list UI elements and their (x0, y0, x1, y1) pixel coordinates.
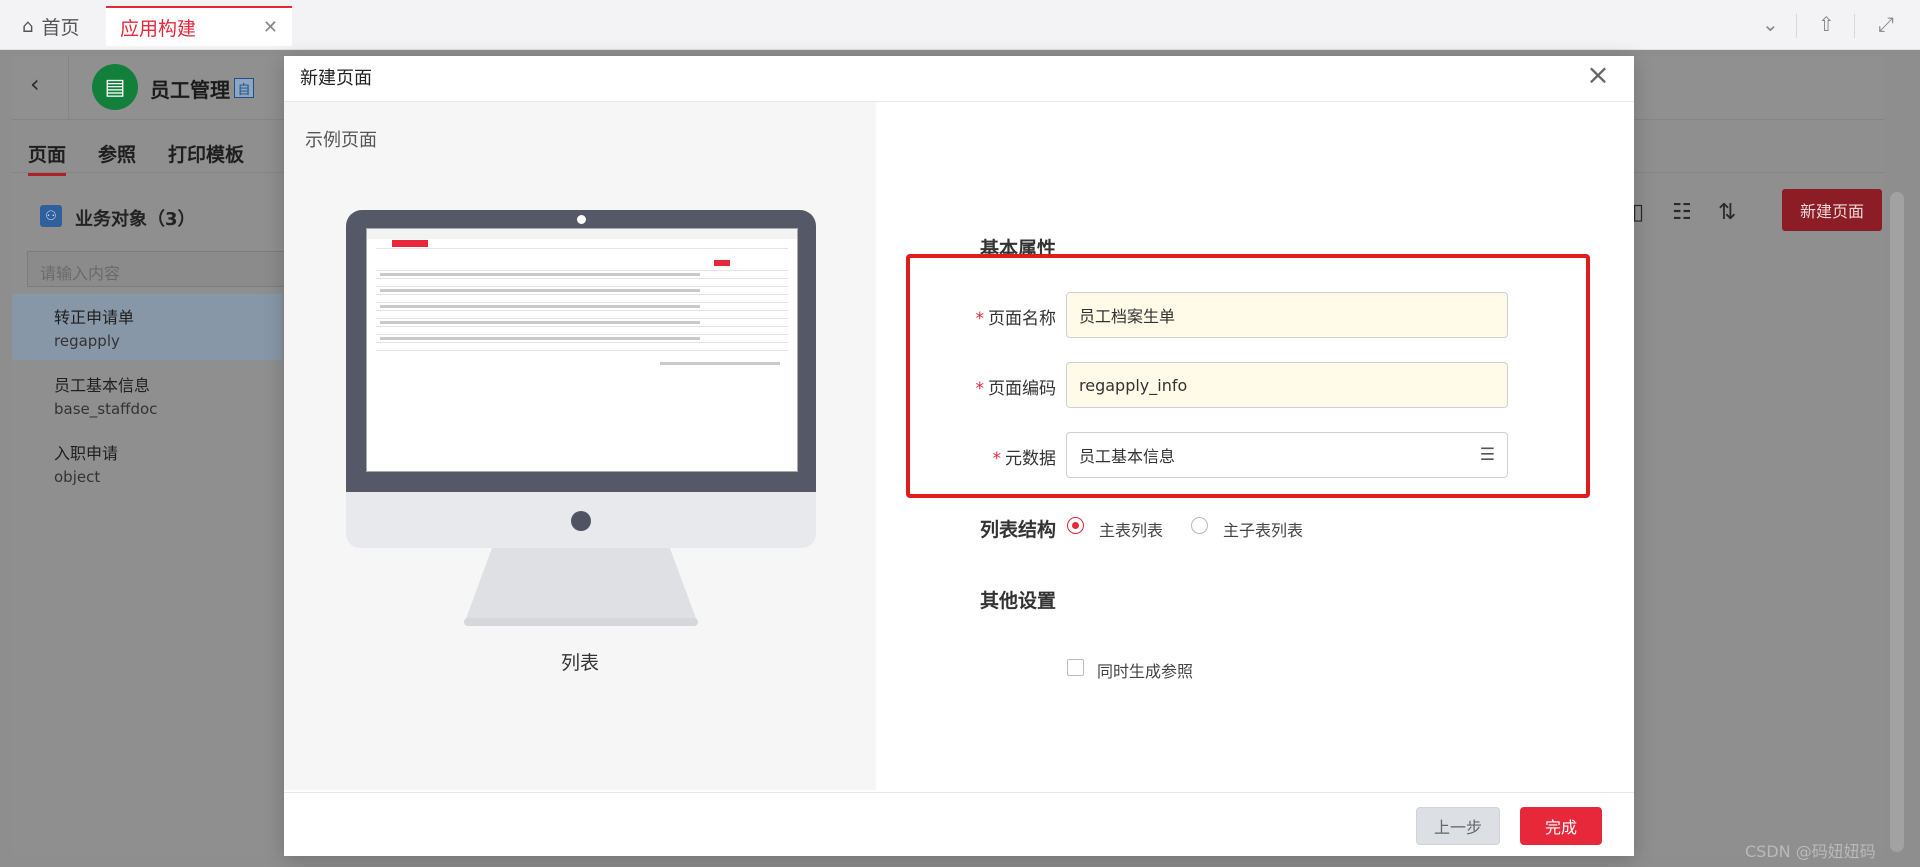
mini-text (380, 337, 700, 340)
divider (284, 792, 1634, 793)
list-structure-heading: 列表结构 (980, 519, 1057, 541)
list-item-name: 转正申请单 (54, 308, 135, 327)
divider (1796, 14, 1797, 38)
list-item[interactable]: 员工基本信息 base_staffdoc (12, 362, 282, 428)
generate-reference-checkbox[interactable] (1067, 659, 1084, 676)
mini-row (376, 326, 788, 327)
mini-row (376, 294, 788, 295)
radio-master-detail-list[interactable] (1191, 517, 1208, 534)
mini-row (376, 278, 788, 279)
mini-pagination (660, 362, 780, 365)
monitor-base (464, 618, 698, 626)
done-button[interactable]: 完成 (1520, 807, 1602, 845)
fullscreen-icon[interactable]: ⤢ (1878, 12, 1894, 36)
mini-row (376, 342, 788, 343)
list-item-code: regapply (54, 332, 120, 350)
list-item[interactable]: 入职申请 object (12, 430, 282, 496)
previous-step-button[interactable]: 上一步 (1416, 807, 1500, 845)
home-icon: ⌂ (22, 15, 34, 37)
list-item[interactable]: 转正申请单 regapply (12, 294, 282, 360)
divider (68, 56, 69, 120)
business-object-icon: ⚇ (40, 205, 62, 227)
mini-row (376, 286, 788, 287)
tab-home[interactable]: ⌂ 首页 (22, 6, 79, 46)
tab-app-label: 应用构建 (120, 17, 197, 40)
list-item-name: 员工基本信息 (54, 376, 151, 395)
monitor-camera (577, 215, 586, 224)
mini-tab (392, 240, 428, 247)
highlight-box (906, 254, 1590, 498)
mini-row (376, 318, 788, 319)
new-page-button[interactable]: 新建页面 (1782, 189, 1882, 231)
preview-caption: 列表 (560, 652, 599, 674)
watermark: CSDN @码妞妞码 (1745, 842, 1876, 861)
monitor-stand (464, 548, 698, 624)
mini-row (376, 350, 788, 351)
mini-button (714, 260, 730, 266)
tab-home-label: 首页 (41, 16, 80, 39)
list-item-code: base_staffdoc (54, 400, 158, 418)
app-title: 员工管理 (150, 78, 230, 102)
mini-text (380, 289, 700, 292)
close-icon[interactable]: ✕ (263, 17, 278, 38)
mini-header (367, 229, 797, 239)
radio-main-list[interactable] (1067, 517, 1084, 534)
mini-row (376, 310, 788, 311)
mini-text (380, 305, 700, 308)
list-view-icon[interactable]: ☷ (1672, 200, 1692, 225)
monitor-button (571, 511, 591, 531)
radio-main-list-label[interactable]: 主表列表 (1099, 517, 1163, 541)
search-input[interactable]: 请输入内容 (27, 251, 287, 287)
list-item-code: object (54, 468, 101, 486)
document-icon: ▤ (92, 64, 138, 110)
sample-page-label: 示例页面 (305, 130, 377, 151)
divider (1854, 14, 1855, 38)
generate-reference-label[interactable]: 同时生成参照 (1097, 658, 1193, 682)
mini-row (376, 270, 788, 271)
mini-row (376, 248, 788, 249)
close-icon[interactable]: × (1584, 58, 1612, 91)
back-icon[interactable]: ‹ (30, 70, 40, 98)
radio-master-detail-list-label[interactable]: 主子表列表 (1223, 517, 1303, 541)
upload-icon[interactable]: ⇧ (1818, 12, 1835, 36)
list-item-name: 入职申请 (54, 444, 119, 463)
dialog-title: 新建页面 (300, 68, 372, 89)
tab-references[interactable]: 参照 (98, 140, 136, 167)
chevron-double-down-icon[interactable]: ⌄ (1762, 12, 1779, 36)
mini-text (380, 321, 700, 324)
mini-row (376, 302, 788, 303)
mini-text (380, 273, 700, 276)
business-object-title: 业务对象（3） (75, 209, 196, 230)
tab-print-templates[interactable]: 打印模板 (168, 140, 244, 167)
tab-pages[interactable]: 页面 (28, 140, 67, 176)
sort-icon[interactable]: ⇅ (1718, 200, 1736, 225)
mini-row (376, 334, 788, 335)
app-badge: 自 (234, 78, 254, 98)
tab-app-build[interactable]: 应用构建 ✕ (106, 6, 292, 46)
scrollbar[interactable] (1890, 192, 1904, 852)
other-settings-heading: 其他设置 (980, 590, 1057, 612)
